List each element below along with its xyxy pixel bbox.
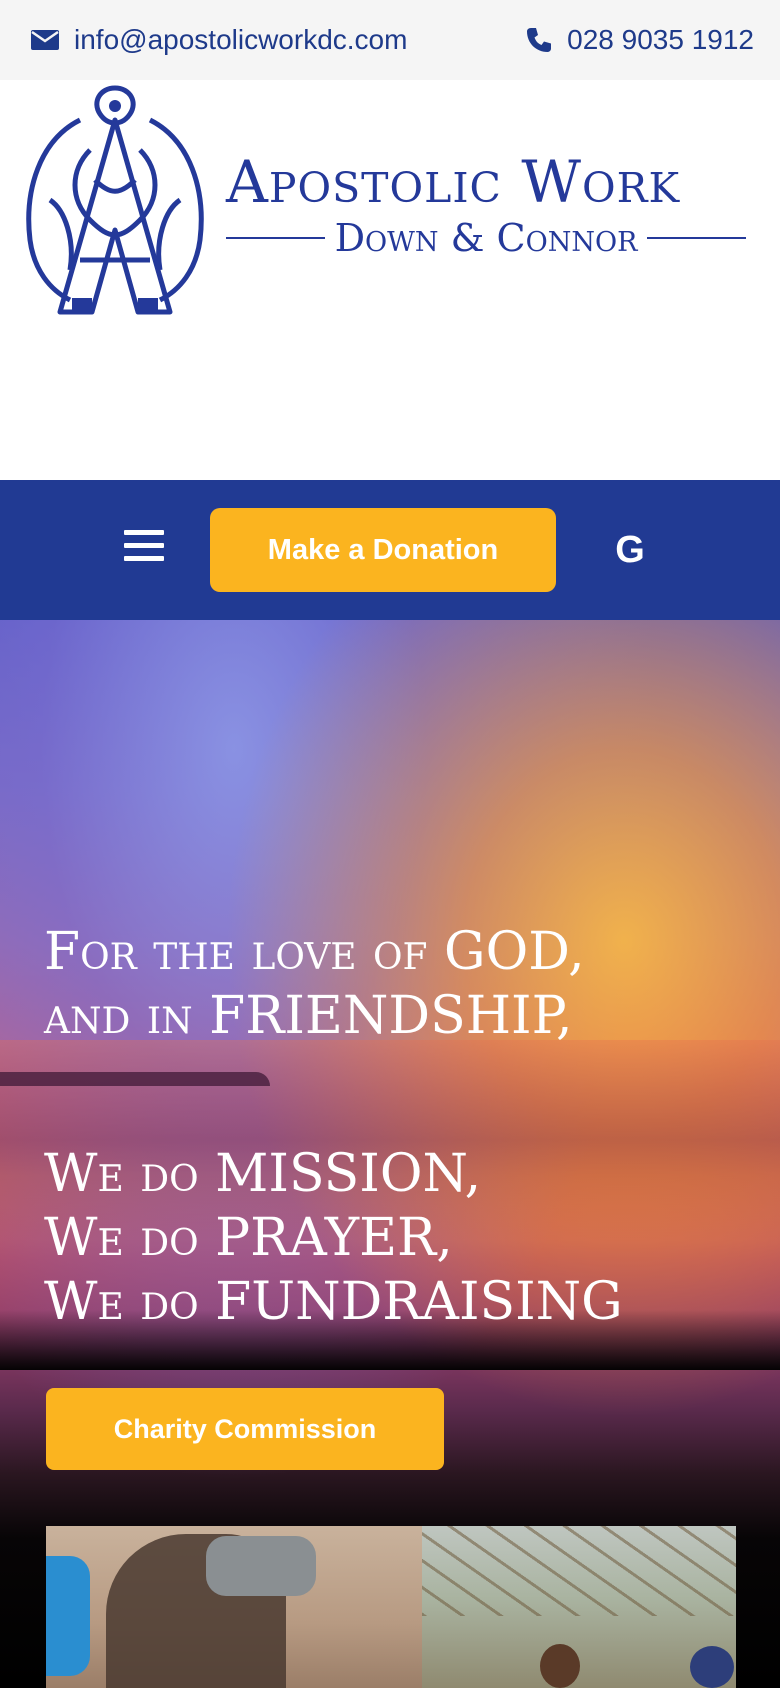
email-text: info@apostolicworkdc.com <box>74 24 408 55</box>
site-title: Apostolic Work <box>226 148 681 216</box>
celtic-knot-logo-icon[interactable] <box>20 80 210 320</box>
hero-headland <box>0 1072 270 1086</box>
mission-photo-tree[interactable] <box>422 1526 736 1688</box>
hero-line-1: For the love of GOD, <box>44 922 585 982</box>
hamburger-menu-icon[interactable] <box>124 530 164 570</box>
mission-photo-water[interactable] <box>46 1526 422 1688</box>
photo-person-head-2 <box>690 1646 734 1688</box>
top-contact-bar: info@apostolicworkdc.com 028 9035 1912 <box>0 0 780 80</box>
photo-figure-blue <box>46 1556 90 1676</box>
hero-line-3: We do MISSION, <box>44 1144 482 1204</box>
site-wordmark[interactable]: Apostolic Work Down & Connor <box>226 148 747 260</box>
site-subtitle-row: Down & Connor <box>226 216 747 260</box>
phone-text: 028 9035 1912 <box>567 24 754 55</box>
subtitle-rule-right <box>647 237 747 239</box>
hero-heading-love: For the love of GOD, and in FRIENDSHIP, <box>44 920 744 1048</box>
subtitle-rule-left <box>226 237 325 239</box>
hero-line-5: We do FUNDRAISING <box>44 1272 623 1332</box>
phone-icon <box>527 28 552 52</box>
photo-branches <box>422 1526 736 1616</box>
site-subtitle: Down & Connor <box>334 216 638 260</box>
email-link[interactable]: info@apostolicworkdc.com <box>30 20 407 60</box>
photo-figure-shirt <box>206 1536 316 1596</box>
make-donation-button[interactable]: Make a Donation <box>210 508 556 592</box>
google-icon[interactable]: G <box>612 528 648 572</box>
phone-link[interactable]: 028 9035 1912 <box>525 20 754 60</box>
hero-line-2: and in FRIENDSHIP, <box>44 986 573 1046</box>
hero-heading-mission: We do MISSION, We do PRAYER, We do FUNDR… <box>44 1142 744 1334</box>
hero-line-4: We do PRAYER, <box>44 1208 453 1268</box>
photo-person-head <box>540 1644 580 1688</box>
envelope-icon <box>31 30 59 50</box>
charity-commission-button[interactable]: Charity Commission <box>46 1388 444 1470</box>
